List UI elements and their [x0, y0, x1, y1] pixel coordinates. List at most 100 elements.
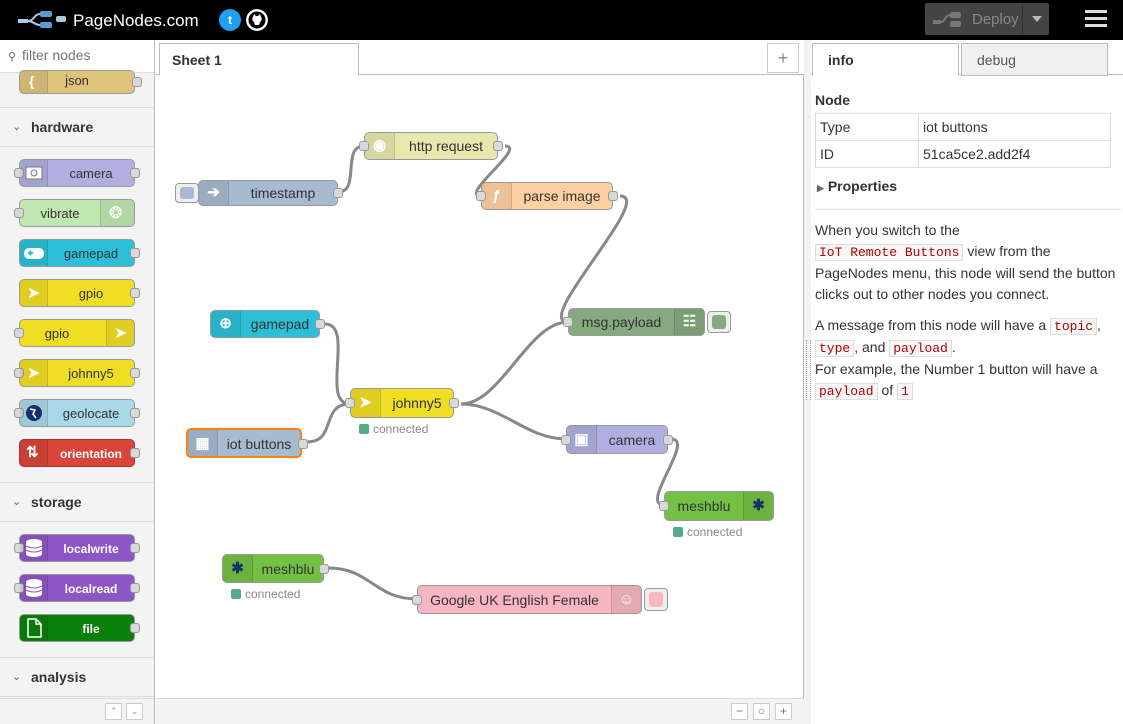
zoom-reset-button[interactable]: ○	[753, 703, 770, 720]
palette-node-geolocate[interactable]: geolocate	[14, 399, 140, 427]
wire[interactable]	[306, 402, 351, 444]
flow-node-speech[interactable]: ☺ Google UK English Female	[412, 585, 668, 614]
wire[interactable]	[559, 194, 629, 324]
add-tab-button[interactable]: +	[767, 43, 799, 73]
output-port[interactable]	[449, 398, 459, 408]
workspace-tabbar: Sheet 1 +	[156, 40, 804, 76]
palette-node-camera[interactable]: camera	[14, 159, 140, 187]
tab-sheet-1[interactable]: Sheet 1	[159, 43, 359, 76]
table-row: ID 51ca5ce2.add2f4	[815, 140, 1111, 168]
toggle-button[interactable]	[644, 588, 668, 611]
output-port[interactable]	[315, 319, 325, 329]
flow-node-label: camera	[608, 432, 656, 448]
output-port[interactable]	[608, 191, 618, 201]
wire[interactable]	[337, 144, 365, 194]
tab-debug[interactable]: debug	[961, 43, 1108, 76]
category-hardware[interactable]: ⌄ hardware	[0, 107, 154, 147]
wire[interactable]	[324, 322, 351, 406]
flow-node-http-request[interactable]: ◉ http request	[359, 132, 503, 160]
grid-icon: ▦	[188, 430, 218, 456]
flow-node-camera[interactable]: ▣ camera	[561, 425, 673, 454]
output-port[interactable]	[130, 168, 140, 178]
output-port[interactable]	[319, 563, 329, 574]
flow-node-label: johnny5	[392, 395, 442, 411]
palette-node-orientation[interactable]: ⇅ orientation	[19, 439, 140, 467]
github-icon[interactable]	[246, 9, 268, 31]
output-port[interactable]	[130, 288, 140, 298]
arrow-icon: ➔	[199, 181, 229, 205]
flow-node-label: gamepad	[250, 316, 310, 332]
flow-node-gamepad[interactable]: ⊕ gamepad	[210, 310, 325, 338]
globe-icon: ◉	[365, 133, 395, 159]
output-port[interactable]	[298, 439, 308, 449]
twitter-icon[interactable]: t	[219, 9, 241, 31]
rocket-icon: ➤	[351, 389, 381, 417]
flow-node-johnny5[interactable]: ➤ johnny5 connected	[345, 388, 459, 436]
palette-footer: ⌃ ⌄	[0, 698, 154, 724]
wire[interactable]	[460, 320, 569, 406]
palette-node-localwrite[interactable]: localwrite	[14, 534, 140, 562]
output-port[interactable]	[130, 623, 140, 633]
input-port[interactable]	[345, 398, 355, 408]
output-port[interactable]	[333, 188, 343, 198]
palette-node-gpio-out[interactable]: ➤ gpio	[19, 279, 140, 307]
palette-node-johnny5[interactable]: ➤ johnny5	[14, 359, 140, 387]
palette-node-localread[interactable]: localread	[14, 574, 140, 602]
status-badge: connected	[231, 587, 300, 601]
list-icon: ☷	[674, 309, 704, 335]
table-row: Type iot buttons	[815, 113, 1111, 141]
flow-node-meshblu-out[interactable]: ✱ meshblu connected	[659, 491, 774, 539]
deploy-button[interactable]: Deploy	[925, 3, 1049, 35]
toggle-button[interactable]	[707, 311, 731, 333]
input-port[interactable]	[659, 501, 669, 511]
output-port[interactable]	[130, 368, 140, 378]
output-port[interactable]	[130, 448, 140, 458]
palette-node-json[interactable]: json {	[19, 70, 142, 94]
palette-filter: ⚲	[0, 40, 154, 73]
asterisk-icon: ✱	[743, 492, 773, 520]
expand-all-button[interactable]: ⌄	[126, 703, 143, 720]
status-dot-icon	[359, 424, 369, 434]
flow-node-parse-image[interactable]: ƒ parse image	[476, 182, 618, 210]
input-port[interactable]	[359, 141, 369, 151]
input-port[interactable]	[563, 317, 573, 327]
wire[interactable]	[327, 566, 418, 601]
input-port[interactable]	[561, 434, 571, 445]
flow-node-label: http request	[409, 138, 483, 154]
zoom-in-button[interactable]: +	[775, 703, 792, 720]
output-port[interactable]	[130, 543, 140, 553]
tab-info[interactable]: info	[812, 43, 959, 76]
palette-node-gpio-in[interactable]: gpio ➤	[14, 319, 135, 347]
category-analysis[interactable]: ⌄ analysis	[0, 657, 154, 697]
app-title[interactable]: PageNodes.com	[73, 11, 199, 31]
json-icon: {	[20, 71, 48, 93]
output-port[interactable]	[663, 434, 673, 445]
filter-nodes-input[interactable]	[22, 47, 147, 63]
main-menu-button[interactable]	[1085, 10, 1107, 30]
flow-node-msg-payload[interactable]: ☷ msg.payload	[563, 308, 731, 336]
flow-node-timestamp[interactable]: ➔ timestamp	[175, 180, 343, 206]
node-info-table: Type iot buttons ID 51ca5ce2.add2f4	[815, 113, 1111, 168]
collapse-all-button[interactable]: ⌃	[105, 703, 122, 720]
output-port[interactable]	[130, 408, 140, 418]
zoom-out-button[interactable]: −	[731, 703, 748, 720]
deploy-dropdown-button[interactable]	[1022, 3, 1049, 35]
node-palette: ⚲ json { ⌄ hardware camera vibrate ❂ gam…	[0, 40, 155, 724]
input-port[interactable]	[412, 594, 422, 605]
palette-node-vibrate[interactable]: vibrate ❂	[14, 199, 135, 227]
flow-node-meshblu-in[interactable]: ✱ meshblu connected	[222, 554, 329, 601]
input-port[interactable]	[476, 191, 486, 201]
inject-button[interactable]	[175, 183, 199, 203]
flow-node-iot-buttons[interactable]: ▦ iot buttons	[186, 428, 308, 458]
palette-node-gamepad[interactable]: gamepad	[19, 239, 140, 267]
category-storage[interactable]: ⌄ storage	[0, 482, 154, 522]
sidebar-splitter[interactable]	[804, 40, 811, 724]
palette-node-file[interactable]: file	[19, 614, 140, 642]
status-badge: connected	[359, 422, 428, 436]
wire[interactable]	[460, 402, 567, 441]
properties-toggle[interactable]: ▶ Properties	[817, 178, 897, 194]
output-port[interactable]	[493, 141, 503, 151]
output-port[interactable]	[132, 77, 142, 87]
output-port[interactable]	[130, 248, 140, 258]
output-port[interactable]	[130, 583, 140, 593]
